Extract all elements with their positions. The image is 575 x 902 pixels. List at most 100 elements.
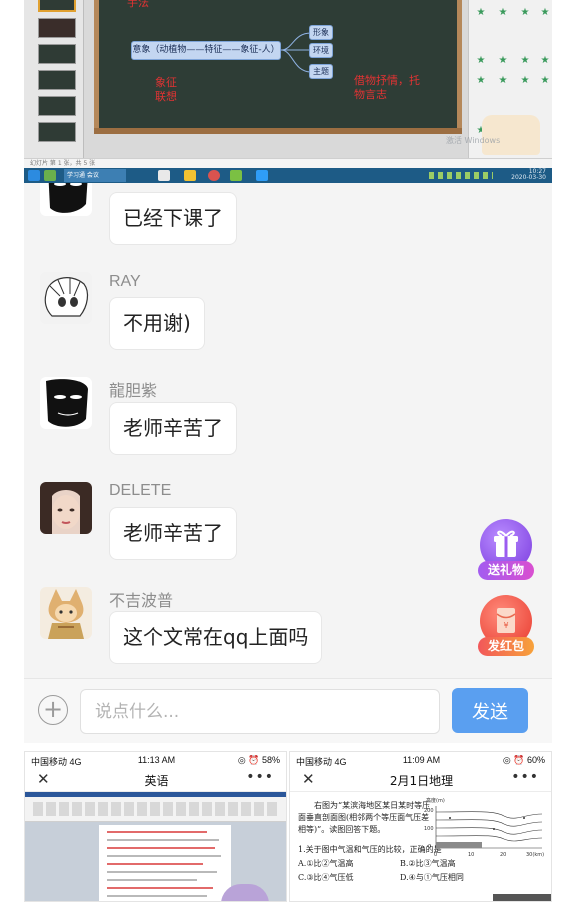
blackboard-ledge [94, 128, 462, 134]
battery-text: ◎ ⏰ 58% [237, 755, 280, 765]
mind-map-branch: 主题 [309, 64, 333, 79]
star-icon: ★ [520, 7, 530, 18]
chrome-icon [208, 170, 220, 181]
text-line [107, 855, 221, 857]
app-icon [44, 170, 56, 181]
phone-nav-bar: ✕ 2月1日地理 ••• [290, 768, 551, 792]
document-page [99, 825, 231, 901]
mind-map-center-node: 意象（动植物——特征——象征-人） [131, 41, 281, 60]
star-icon: ★ [520, 75, 530, 86]
slide-thumbnail [38, 70, 76, 90]
svg-text:¥: ¥ [503, 621, 508, 630]
answer-option: C.③比④气压低 [298, 873, 354, 882]
shared-screen-image: 手法 象征 联想 借物抒情，托 物言志 意象（动植物——特征——象征-人） 形象… [24, 0, 552, 183]
ppt-status-bar: 幻灯片 第 1 张，共 5 张 [24, 158, 552, 168]
slide-thumbnail [38, 96, 76, 116]
answer-option: A.①比②气温高 [298, 859, 354, 868]
star-icon: ★ [520, 55, 530, 66]
star-icon: ★ [498, 55, 508, 66]
word-ribbon [25, 792, 286, 822]
sender-name: DELETE [109, 482, 172, 499]
slide-note-red: 象征 联想 [155, 76, 177, 103]
wechat-icon [230, 170, 242, 181]
slide-note-red: 手法 [127, 0, 149, 9]
question-stem: 1.关于图中气温和气压的比较，正确的是 [298, 845, 442, 854]
blackboard: 手法 象征 联想 借物抒情，托 物言志 意象（动植物——特征——象征-人） 形象… [99, 0, 457, 128]
text-line [107, 839, 219, 841]
avatar[interactable] [40, 377, 92, 429]
tray-icons [429, 172, 493, 179]
message-input[interactable] [80, 689, 440, 734]
taskbar-clock: 10:27 2020-03-30 [511, 169, 546, 181]
send-button[interactable]: 发送 [452, 688, 528, 733]
star-icon: ★ [540, 55, 550, 66]
star-icon: ★ [498, 7, 508, 18]
question-intro: 右图为“某滨海地区某日某时等压面垂直剖面图(相邻两个等压面气压差相等)”。读图回… [298, 801, 431, 834]
slide-note-red: 借物抒情，托 物言志 [354, 74, 420, 101]
text-line [107, 863, 203, 865]
more-icon[interactable]: ••• [511, 769, 539, 785]
message-bubble[interactable]: 这个文常在qq上面吗 [109, 611, 323, 664]
sender-name: 龍胆紫 [109, 383, 158, 400]
avatar[interactable] [40, 587, 92, 639]
ppt-status-text: 幻灯片 第 1 张，共 5 张 [30, 160, 96, 167]
x-tick: 0 [434, 852, 437, 858]
y-tick: 200 [424, 808, 434, 814]
star-icon: ★ [476, 75, 486, 86]
message-bubble[interactable]: 不用谢) [109, 297, 205, 350]
x-tick: 20 [500, 852, 506, 858]
star-icon: ★ [540, 75, 550, 86]
text-line [107, 831, 207, 833]
x-tick: 10 [468, 852, 474, 858]
clock-date: 2020-03-30 [511, 174, 546, 181]
slide-thumbnail [38, 122, 76, 142]
message-bubble[interactable]: 已经下课了 [109, 192, 237, 245]
phone-status-bar: 中国移动 4G 11:13 AM ◎ ⏰ 58% [25, 752, 286, 768]
avatar[interactable] [40, 482, 92, 534]
battery-text: ◎ ⏰ 60% [502, 755, 545, 765]
photo-thumbnail [493, 894, 551, 901]
activation-watermark: 激活 Windows [446, 136, 501, 145]
phone-status-bar: 中国移动 4G 11:09 AM ◎ ⏰ 60% [290, 752, 551, 768]
message-bubble[interactable]: 老师辛苦了 [109, 507, 237, 560]
star-icon: ★ [540, 7, 550, 18]
avatar[interactable] [40, 183, 92, 216]
message-bubble[interactable]: 老师辛苦了 [109, 402, 237, 455]
text-line [107, 871, 217, 873]
app-icon [256, 170, 268, 181]
text-line [107, 847, 215, 849]
answer-option: D.④与①气压相同 [400, 873, 464, 882]
mind-map-links [280, 32, 312, 73]
gift-label: 送礼物 [478, 561, 534, 580]
word-document-image [25, 792, 286, 901]
y-tick: 0 [428, 844, 431, 850]
text-line [107, 895, 207, 897]
axis-label: 高度(m) [426, 797, 445, 804]
slide-thumbnail-panel [24, 0, 84, 158]
red-packet-label: 发红包 [478, 637, 534, 656]
isobar-diagram: 高度(m) 200 100 0 0 10 20 30(km) [424, 797, 544, 858]
sender-name: 不吉波普 [109, 593, 174, 610]
text-line [107, 887, 213, 889]
word-title-bar [25, 792, 286, 797]
slide-thumbnail [38, 18, 76, 38]
windows-start-icon [28, 170, 40, 181]
taskbar-task: 学习通 会议 [64, 169, 126, 182]
y-tick: 100 [424, 826, 434, 832]
text-line [107, 879, 197, 881]
english-homework-screenshot: 中国移动 4G 11:13 AM ◎ ⏰ 58% ✕ 英语 ••• [24, 751, 287, 902]
screen: 手法 象征 联想 借物抒情，托 物言志 意象（动植物——特征——象征-人） 形象… [0, 0, 575, 902]
more-icon[interactable]: ••• [246, 769, 274, 785]
send-gift-button[interactable]: 送礼物 [478, 519, 534, 585]
ribbon-buttons [33, 802, 279, 816]
send-red-packet-button[interactable]: ¥ 发红包 [478, 595, 534, 661]
avatar[interactable] [40, 272, 92, 324]
phone-nav-bar: ✕ 英语 ••• [25, 768, 286, 792]
plus-icon[interactable]: + [38, 695, 68, 725]
x-tick: 30(km) [526, 852, 544, 858]
blackboard-slide: 手法 象征 联想 借物抒情，托 物言志 意象（动植物——特征——象征-人） 形象… [94, 0, 462, 134]
mind-map-branch: 环境 [309, 43, 333, 58]
slide-thumbnail [38, 0, 76, 12]
star-icon: ★ [476, 7, 486, 18]
slide-thumbnail [38, 44, 76, 64]
